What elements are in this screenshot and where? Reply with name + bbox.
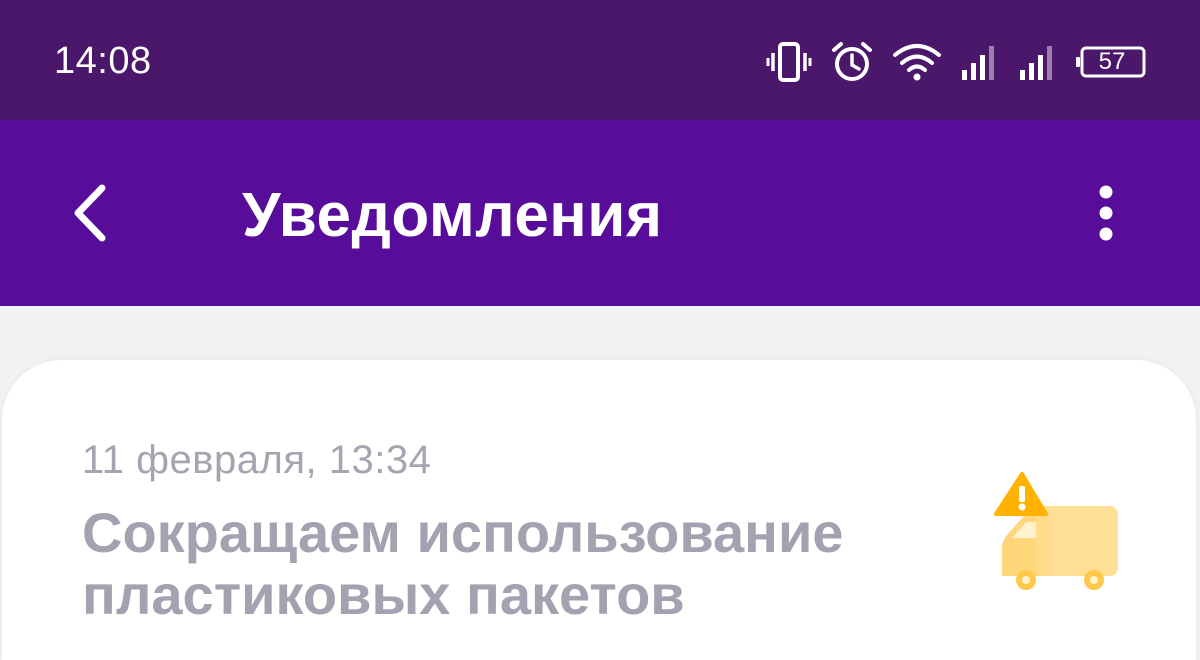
notification-title: Сокращаем использование пластиковых паке… [82, 502, 932, 626]
more-vertical-icon [1099, 185, 1113, 241]
wifi-icon [892, 42, 942, 82]
battery-level: 57 [1098, 48, 1126, 75]
more-options-button[interactable] [1080, 182, 1132, 244]
notification-title-line-2: пластиковых пакетов [82, 563, 685, 626]
page-title: Уведомления [242, 181, 663, 250]
status-time: 14:08 [54, 40, 152, 82]
notification-card[interactable]: 11 февраля, 13:34 Сокращаем использовани… [2, 360, 1196, 660]
notifications-list: 11 февраля, 13:34 Сокращаем использовани… [0, 306, 1200, 660]
back-button[interactable] [60, 178, 130, 248]
delivery-truck-warning-icon [988, 472, 1124, 602]
alarm-icon [830, 40, 874, 84]
notification-title-line-1: Сокращаем использование [82, 501, 844, 564]
signal-icon [1018, 42, 1058, 82]
signal-icon [960, 42, 1000, 82]
status-bar: 14:08 57 [0, 0, 1200, 120]
battery-icon: 57 [1076, 46, 1146, 78]
chevron-left-icon [74, 184, 106, 242]
vibrate-icon [766, 41, 812, 83]
status-icons: 57 [766, 38, 1146, 86]
notification-date: 11 февраля, 13:34 [82, 438, 432, 482]
app-bar: Уведомления [0, 120, 1200, 306]
